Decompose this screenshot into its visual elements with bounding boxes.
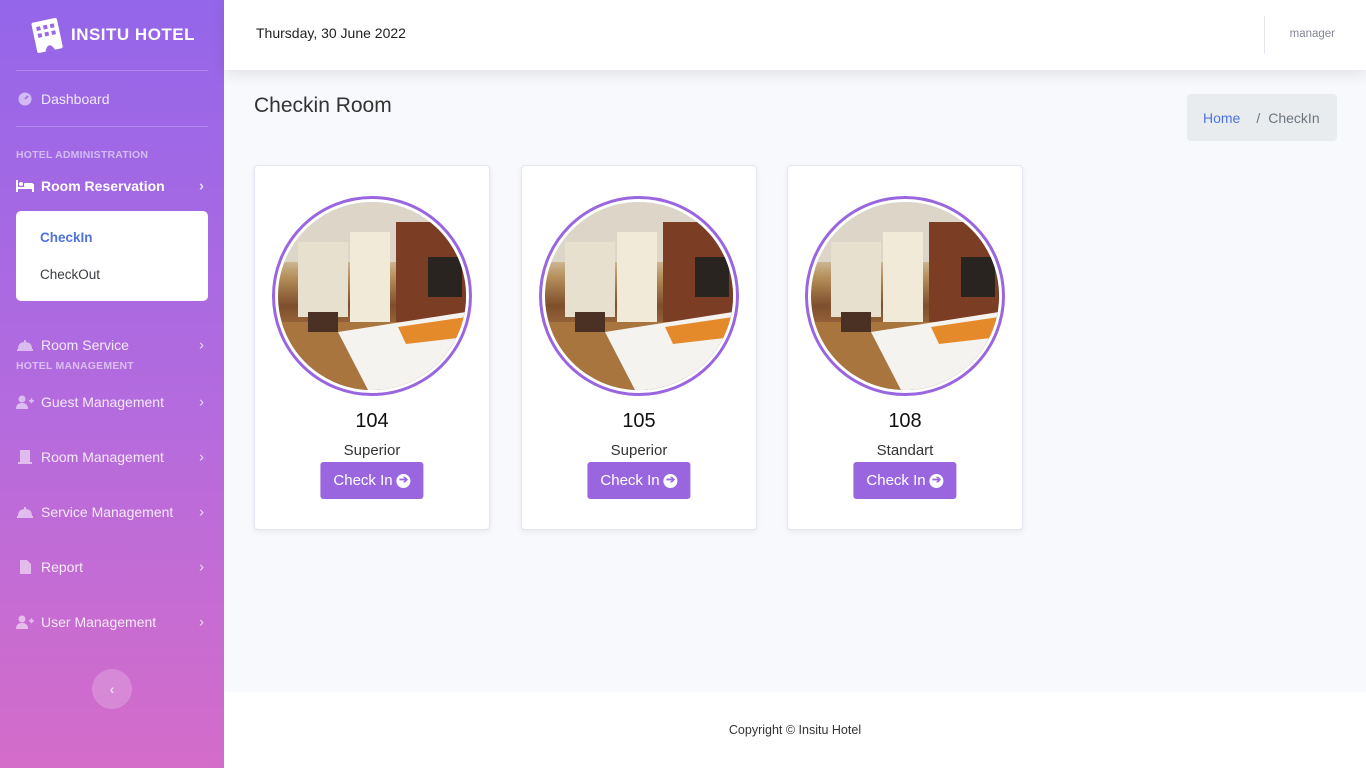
chevron-right-icon: ›: [199, 613, 204, 630]
file-icon: [16, 559, 34, 574]
concierge-bell-icon: [16, 338, 34, 352]
chevron-right-icon: ›: [199, 503, 204, 520]
gauge-icon: [16, 92, 34, 106]
sidebar-item-label: User Management: [41, 613, 157, 630]
room-card: 105 Superior Check In ➔: [521, 165, 757, 530]
sidebar-item-label: Service Management: [41, 503, 174, 520]
page-title: Checkin Room: [254, 94, 392, 117]
sidebar: INSITU HOTEL Dashboard HOTEL ADMINISTRAT…: [0, 0, 224, 768]
sidebar-item-label: Room Service: [41, 337, 129, 353]
breadcrumb: Home / CheckIn: [1187, 94, 1337, 141]
current-date: Thursday, 30 June 2022: [256, 25, 406, 41]
room-type: Superior: [610, 442, 668, 459]
submenu-item-checkout[interactable]: CheckOut: [16, 256, 208, 293]
room-number: 105: [622, 410, 656, 432]
sidebar-item-guest-management[interactable]: Guest Management ›: [0, 374, 224, 429]
sidebar-item-report[interactable]: Report ›: [0, 539, 224, 594]
submenu-item-checkin[interactable]: CheckIn: [16, 219, 208, 256]
sidebar-item-room-service[interactable]: Room Service ›: [0, 318, 224, 372]
chevron-right-icon: ›: [199, 393, 204, 410]
room-type: Superior: [343, 442, 401, 459]
breadcrumb-current: CheckIn: [1268, 109, 1320, 126]
chevron-right-icon: ›: [199, 336, 204, 354]
chevron-left-icon: ‹: [109, 681, 115, 697]
concierge-bell-icon: [16, 505, 34, 519]
sidebar-item-label: Room Reservation: [41, 178, 165, 194]
button-label: Check In: [600, 472, 660, 489]
user-plus-icon: [16, 615, 34, 629]
sidebar-item-room-reservation[interactable]: Room Reservation ›: [0, 161, 224, 211]
reservation-submenu: CheckIn CheckOut: [16, 211, 208, 301]
topbar: Thursday, 30 June 2022 manager: [224, 0, 1366, 70]
topbar-divider: [1264, 16, 1265, 54]
arrow-circle-right-icon: ➔: [929, 473, 944, 488]
sidebar-item-room-management[interactable]: Room Management ›: [0, 429, 224, 484]
sidebar-item-label: Dashboard: [41, 90, 110, 107]
arrow-circle-right-icon: ➔: [663, 473, 678, 488]
room-type: Standart: [876, 442, 934, 459]
sidebar-item-label: Guest Management: [41, 393, 164, 410]
sidebar-item-label: Report: [41, 558, 84, 575]
sidebar-item-user-management[interactable]: User Management ›: [0, 594, 224, 649]
check-in-button[interactable]: Check In ➔: [587, 462, 691, 499]
room-number: 108: [888, 410, 922, 432]
room-number: 104: [355, 410, 389, 432]
hotel-icon: [29, 16, 65, 54]
check-in-button[interactable]: Check In ➔: [853, 462, 957, 499]
sidebar-item-service-management[interactable]: Service Management ›: [0, 484, 224, 539]
room-photo: [805, 196, 1005, 396]
sidebar-heading-admin: HOTEL ADMINISTRATION: [16, 149, 149, 161]
brand[interactable]: INSITU HOTEL: [0, 0, 224, 70]
bed-icon: [16, 179, 34, 193]
room-photo: [272, 196, 472, 396]
arrow-circle-right-icon: ➔: [396, 473, 411, 488]
user-plus-icon: [16, 395, 34, 409]
chevron-right-icon: ›: [199, 558, 204, 575]
sidebar-item-dashboard[interactable]: Dashboard: [0, 71, 224, 126]
user-menu[interactable]: manager: [1290, 28, 1335, 40]
chevron-right-icon: ›: [199, 177, 204, 195]
sidebar-item-label: Room Management: [41, 448, 164, 465]
check-in-button[interactable]: Check In ➔: [320, 462, 424, 499]
copyright-text: Copyright © Insitu Hotel: [728, 723, 862, 737]
button-label: Check In: [866, 472, 926, 489]
button-label: Check In: [333, 472, 393, 489]
room-card: 108 Standart Check In ➔: [787, 165, 1023, 530]
breadcrumb-separator: /: [1256, 109, 1261, 126]
chevron-right-icon: ›: [199, 448, 204, 465]
breadcrumb-home-link[interactable]: Home: [1203, 110, 1240, 126]
footer: Copyright © Insitu Hotel: [224, 692, 1366, 768]
building-icon: [16, 449, 34, 464]
room-photo: [539, 196, 739, 396]
sidebar-toggle-button[interactable]: ‹: [92, 669, 132, 709]
room-card: 104 Superior Check In ➔: [254, 165, 490, 530]
brand-name: INSITU HOTEL: [70, 25, 196, 44]
